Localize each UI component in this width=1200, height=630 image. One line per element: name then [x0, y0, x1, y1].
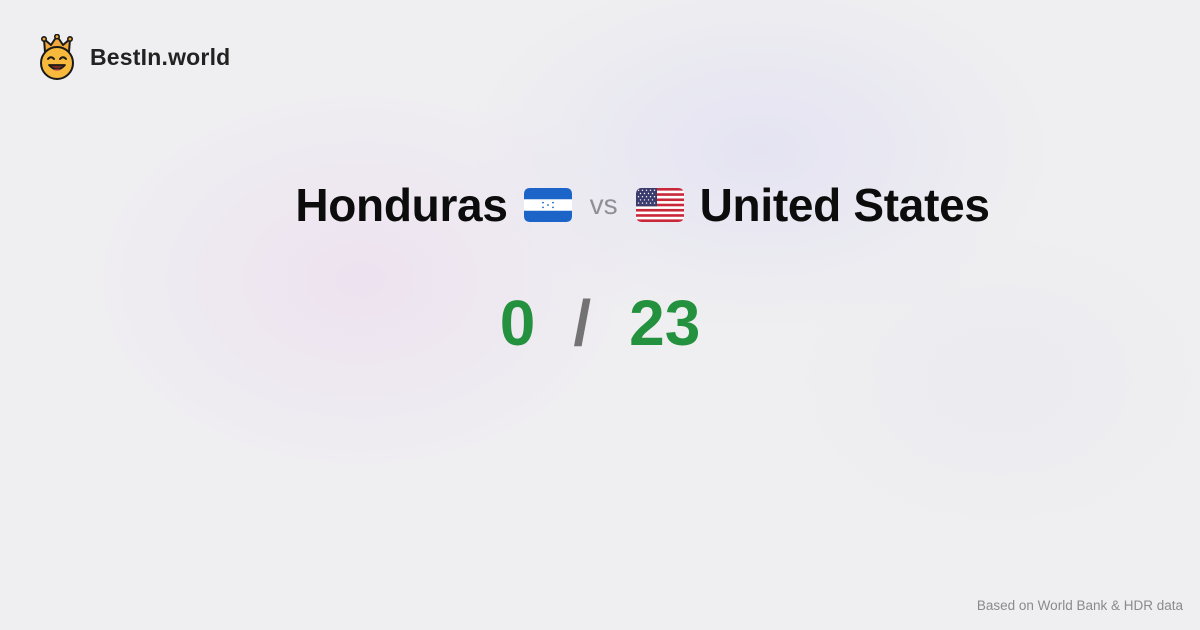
right-country-name[interactable]: United States: [700, 178, 990, 232]
left-score: 0: [499, 287, 536, 359]
right-score: 23: [629, 287, 701, 359]
brand-header[interactable]: BestIn.world: [38, 34, 230, 80]
honduras-flag-icon: [523, 188, 572, 222]
vs-label: vs: [589, 189, 618, 220]
country-matchup: Honduras vs United States: [0, 178, 1200, 232]
score-row: 0 / 23: [0, 286, 1200, 360]
data-source-note: Based on World Bank & HDR data: [976, 598, 1183, 613]
brand-name: BestIn.world: [90, 43, 231, 70]
united-states-flag-icon: [635, 188, 684, 222]
score-separator: /: [573, 287, 592, 359]
crown-smiley-icon: [40, 34, 74, 80]
left-country-name[interactable]: Honduras: [295, 178, 508, 232]
